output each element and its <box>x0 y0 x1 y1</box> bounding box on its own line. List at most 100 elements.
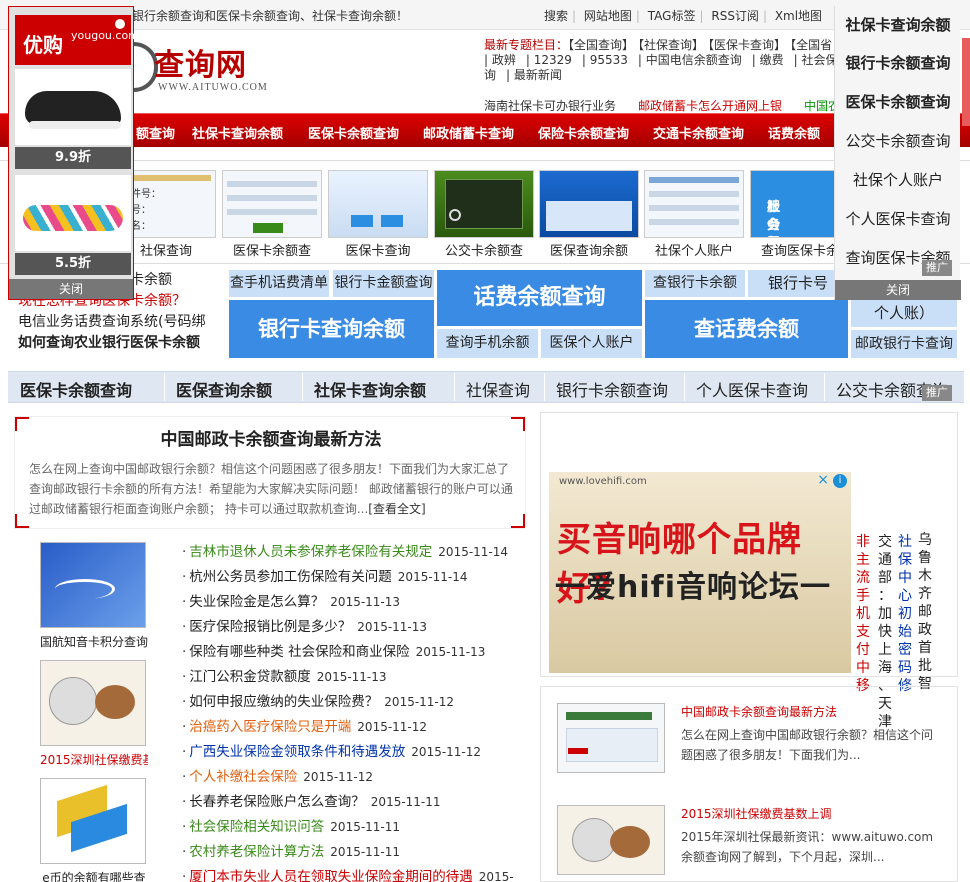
thumb-label: 公交卡余额查 <box>444 244 523 259</box>
tile-link[interactable]: 话费余额查询 <box>437 270 642 326</box>
topic-link[interactable]: 【医保卡查询】 <box>708 38 786 52</box>
ad-close-icon[interactable]: × <box>817 472 829 488</box>
side-pic-image <box>40 542 146 628</box>
topic-link[interactable]: 【全国查询】 <box>568 38 634 52</box>
news-item[interactable]: · 如何申报应缴纳的失业保险费？ 2015-11-12 <box>182 690 528 715</box>
float-link[interactable]: 银行卡余额查询 <box>835 52 961 73</box>
tile-link[interactable]: 查话费余额 <box>645 300 848 358</box>
float-link[interactable]: 社保卡查询余额 <box>835 14 961 35</box>
news-item[interactable]: · 长春养老保险账户怎么查询？ 2015-11-11 <box>182 790 528 815</box>
tag-link[interactable]: 电信业务话费查询系统(号码绑 <box>18 312 228 333</box>
link-tag[interactable]: TAG标签 <box>648 9 696 23</box>
float-link[interactable]: 个人医保卡查询 <box>835 208 961 229</box>
topic-link[interactable]: | 12329 <box>526 53 572 67</box>
news-item[interactable]: · 杭州公务员参加工伤保险有关问题 2015-11-14 <box>182 565 528 590</box>
keyword-tab[interactable]: 社保查询 <box>466 377 530 401</box>
thumb-item[interactable]: 社保个人账户 <box>644 170 744 259</box>
side-pic-item[interactable]: e币的余额有哪些查 <box>40 778 148 882</box>
keyword-tab[interactable]: 个人医保卡查询 <box>696 377 808 401</box>
link-rss[interactable]: RSS订阅 <box>711 9 759 23</box>
tag-link[interactable]: 如何查询农业银行医保卡余额 <box>18 333 228 354</box>
right-article-title[interactable]: 2015深圳社保缴费基数上调 <box>681 805 832 822</box>
hot-link[interactable]: 中国农业 <box>804 99 834 113</box>
thumb-item[interactable]: 医保查询余额 <box>539 170 639 259</box>
hot-links: 海南社保卡可办银行业务 邮政储蓄卡怎么开通网上银 中国农业 <box>484 97 834 114</box>
nav-item[interactable]: 交通卡余额查询 <box>653 123 744 142</box>
nav-item[interactable]: 社保卡查询余额 <box>192 123 283 142</box>
keyword-tab[interactable]: 银行卡余额查询 <box>556 377 668 401</box>
float-link[interactable]: 社保个人账户 <box>835 169 961 190</box>
featured-title[interactable]: 中国邮政卡余额查询最新方法 <box>15 425 527 450</box>
tile-link[interactable]: 邮政银行卡查询 <box>851 330 957 358</box>
tile-link[interactable]: 查询手机余额 <box>437 329 538 358</box>
hot-link[interactable]: 邮政储蓄卡怎么开通网上银 <box>638 99 782 113</box>
news-item[interactable]: · 个人补缴社会保险 2015-11-12 <box>182 765 528 790</box>
float-link[interactable]: 医保卡余额查询 <box>835 91 961 112</box>
news-item[interactable]: · 江门公积金贷款额度 2015-11-13 <box>182 665 528 690</box>
news-item[interactable]: · 厦门本市失业人员在领取失业保险金期间的待遇 2015- <box>182 865 528 882</box>
push-label[interactable]: 推广 <box>922 260 952 276</box>
topic-link[interactable]: | 中国电信余额查询 <box>638 53 742 67</box>
close-ad-button[interactable]: 关闭 <box>9 279 133 299</box>
tile-link[interactable]: 查手机话费清单 <box>229 270 329 297</box>
close-links-button[interactable]: 关闭 <box>835 280 961 300</box>
topic-link[interactable]: | 最新新闻 <box>506 68 562 82</box>
keyword-tab[interactable]: 医保卡余额查询 <box>20 377 132 401</box>
nav-item[interactable]: 邮政储蓄卡查询 <box>423 123 514 142</box>
keyword-tab[interactable]: 社保卡查询余额 <box>314 377 426 401</box>
news-item[interactable]: · 失业保险金是怎么算？ 2015-11-13 <box>182 590 528 615</box>
ad-info-icon[interactable]: i <box>833 474 847 488</box>
tile-link[interactable]: 个人账） <box>851 300 957 327</box>
sandal-image[interactable] <box>15 175 131 251</box>
right-article-title[interactable]: 中国邮政卡余额查询最新方法 <box>681 703 837 720</box>
topic-link[interactable]: | 缴费 <box>752 53 784 67</box>
thumb-item[interactable]: 医保卡查询 <box>328 170 428 259</box>
push-label[interactable]: 推广 <box>922 385 952 401</box>
tile-link[interactable]: 银行卡查询余额 <box>229 300 434 358</box>
topic-link[interactable]: 【社保查询】 <box>638 38 704 52</box>
nav-item[interactable]: 保险卡余额查询 <box>538 123 629 142</box>
yougou-logo[interactable]: 优购 yougou.com <box>15 15 139 65</box>
float-link[interactable]: 公交卡余额查询 <box>835 130 961 151</box>
news-item[interactable]: · 农村养老保险计算方法 2015-11-11 <box>182 840 528 865</box>
keyword-tab[interactable]: 医保查询余额 <box>176 377 272 401</box>
nav-item[interactable]: 医保卡余额查询 <box>308 123 399 142</box>
news-item[interactable]: · 吉林市退休人员未参保养老保险有关规定 2015-11-14 <box>182 540 528 565</box>
topic-link[interactable]: | 95533 <box>582 53 628 67</box>
thumb-item[interactable]: 公交卡余额查 <box>434 170 534 259</box>
read-more-link[interactable]: [查看全文] <box>368 502 425 516</box>
news-item[interactable]: · 社会保险相关知识问答 2015-11-11 <box>182 815 528 840</box>
news-item[interactable]: · 保险有哪些种类 社会保险和商业保险 2015-11-13 <box>182 640 528 665</box>
topic-link[interactable]: 【全国省 <box>790 38 832 52</box>
side-pic-item[interactable]: 国航知音卡积分查询 <box>40 542 148 650</box>
tile-link[interactable]: 银行卡号 <box>748 270 848 297</box>
keyword-tabs: 医保卡余额查询 医保查询余额 社保卡查询余额 社保查询 银行卡余额查询 个人医保… <box>8 371 964 403</box>
thumbnail-strip: 证件号： 证号： 姓名： 社保查询 医保卡余额查 医保卡查询 公交卡余额查 医保查询… <box>0 160 970 264</box>
news-item[interactable]: · 医疗保险报销比例是多少？ 2015-11-13 <box>182 615 528 640</box>
topic-link[interactable]: 询 <box>484 68 496 82</box>
tile-link[interactable]: 银行卡金额查询 <box>333 270 434 297</box>
vertical-news-link[interactable]: 乌鲁木齐邮政首批智 <box>917 531 933 693</box>
floating-links-right: 社保卡查询余额 银行卡余额查询 医保卡余额查询 公交卡余额查询 社保个人账户 个… <box>834 6 961 300</box>
hot-link[interactable]: 海南社保卡可办银行业务 <box>484 99 616 113</box>
side-feedback-tab[interactable] <box>962 38 970 126</box>
nav-item[interactable]: 额查询 <box>136 123 175 142</box>
topic-link[interactable]: | 政辨 <box>484 53 516 67</box>
hifi-ad-banner[interactable]: www.lovehifi.com i × 买音响哪个品牌好? 一爱hifi音响论… <box>549 472 851 673</box>
side-pic-item[interactable]: 2015深圳社保缴费基 <box>40 660 148 768</box>
vertical-news-link[interactable]: 社保中心初始密码修 <box>897 533 913 695</box>
tile-link[interactable]: 医保个人账户 <box>541 329 642 358</box>
thumb-item[interactable]: 医保卡余额查 <box>222 170 322 259</box>
nav-item[interactable]: 话费余额 <box>768 123 820 142</box>
link-sitemap[interactable]: 网站地图 <box>584 9 632 23</box>
news-item[interactable]: · 治癌药入医疗保险只是开端 2015-11-12 <box>182 715 528 740</box>
link-xml[interactable]: Xml地图 <box>775 9 822 23</box>
news-item[interactable]: · 广西失业保险金领取条件和待遇发放 2015-11-12 <box>182 740 528 765</box>
link-search[interactable]: 搜索 <box>544 9 568 23</box>
site-logo[interactable]: 查询网 WWW.AITUWO.COM <box>132 38 302 100</box>
tile-link[interactable]: 查银行卡余额 <box>645 270 745 297</box>
vertical-news-link[interactable]: 非主流手机支付中移 <box>855 533 871 695</box>
thumb-label: 医保卡查询 <box>345 244 411 259</box>
thumb-image <box>328 170 428 238</box>
sneaker-image[interactable] <box>15 69 131 145</box>
